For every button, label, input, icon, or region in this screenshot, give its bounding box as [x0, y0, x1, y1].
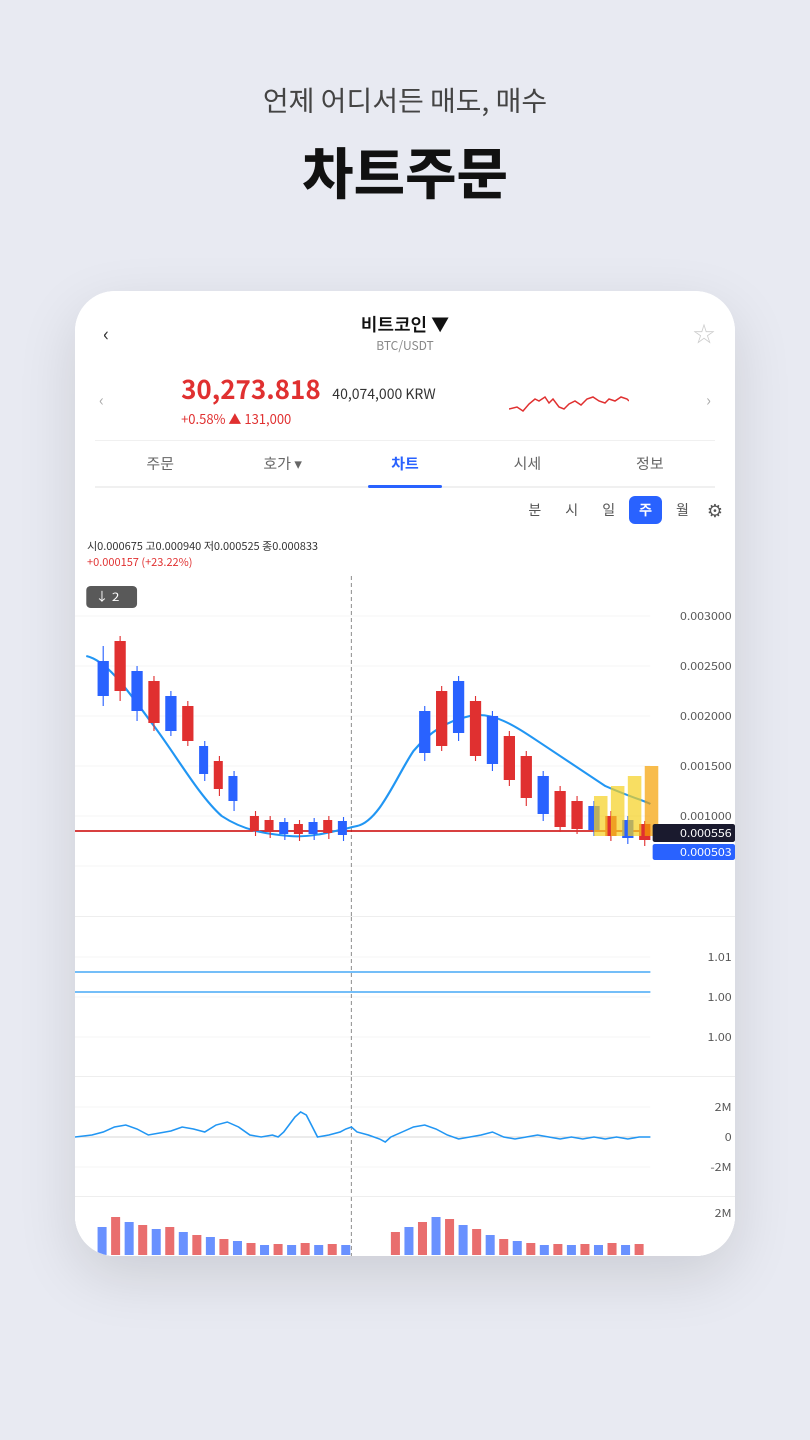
price-bar: ‹ 30,273.818 40,074,000 KRW +0.58% ▲ 131… [95, 362, 715, 441]
svg-text:0.000503: 0.000503 [680, 844, 732, 860]
time-btn-min[interactable]: 분 [518, 496, 551, 524]
svg-text:2M: 2M [715, 1099, 732, 1115]
time-btn-day[interactable]: 일 [592, 496, 625, 524]
main-chart: ↓ 2 0.000556 0.000503 0.003000 0.002500 … [75, 576, 735, 916]
price-info: 30,273.818 40,074,000 KRW +0.58% ▲ 131,0… [181, 370, 436, 428]
price-change: +0.58% ▲ 131,000 [181, 409, 436, 428]
price-main: 30,273.818 [181, 370, 321, 407]
back-button[interactable]: ‹ [95, 314, 117, 351]
svg-text:1.00: 1.00 [708, 1029, 732, 1045]
mini-sparkline [509, 379, 629, 419]
sub-chart-1: 1.01 1.00 1.00 [75, 916, 735, 1076]
price-krw: 40,074,000 KRW [332, 384, 435, 404]
time-btn-hour[interactable]: 시 [555, 496, 588, 524]
time-btn-month[interactable]: 월 [666, 496, 699, 524]
svg-text:2M: 2M [715, 1205, 732, 1221]
chart-info-bar: 시0.000675 고0.000940 저0.000525 종0.000833 … [75, 532, 735, 576]
tab-order[interactable]: 주문 [99, 441, 221, 486]
coin-pair: BTC/USDT [376, 337, 433, 354]
svg-text:0.002000: 0.002000 [680, 708, 732, 724]
tab-chart[interactable]: 차트 [344, 441, 466, 486]
tab-market[interactable]: 시세 [466, 441, 588, 486]
hero-title: 차트주문 [40, 130, 770, 211]
svg-text:0.001000: 0.001000 [680, 808, 732, 824]
svg-text:0.003000: 0.003000 [680, 608, 732, 624]
svg-text:-2M: -2M [710, 1159, 731, 1175]
price-row: 30,273.818 40,074,000 KRW [181, 370, 436, 407]
hero-subtitle: 언제 어디서든 매도, 매수 [40, 80, 770, 120]
svg-text:0: 0 [725, 1129, 732, 1145]
nav-bar: ‹ 비트코인 ▼ BTC/USDT ☆ [95, 311, 715, 354]
svg-text:0.001500: 0.001500 [680, 758, 732, 774]
chart-toolbar: 분 시 일 주 월 ⚙ [75, 488, 735, 532]
chart-section: 분 시 일 주 월 ⚙ 시0.000675 고0.000940 저0.00052… [75, 488, 735, 1256]
phone-mockup: ‹ 비트코인 ▼ BTC/USDT ☆ ‹ 30,273.818 40,074,… [75, 291, 735, 1256]
svg-text:0.000556: 0.000556 [680, 825, 732, 841]
bottom-chart: 2M [75, 1196, 735, 1256]
main-tabs: 주문 호가 ▾ 차트 시세 정보 [95, 441, 715, 488]
chart-change: +0.000157 (+23.22%) [87, 554, 723, 570]
tab-info[interactable]: 정보 [589, 441, 711, 486]
coin-title: 비트코인 ▼ BTC/USDT [361, 311, 449, 354]
svg-text:1.00: 1.00 [708, 989, 732, 1005]
svg-text:1.01: 1.01 [708, 949, 732, 965]
time-btn-week[interactable]: 주 [629, 496, 662, 524]
candlestick-svg: ↓ 2 0.000556 0.000503 0.003000 0.002500 … [75, 576, 735, 916]
chart-ohlc: 시0.000675 고0.000940 저0.000525 종0.000833 [87, 538, 723, 554]
svg-text:↓ 2: ↓ 2 [95, 587, 119, 605]
tab-orderbook[interactable]: 호가 ▾ [221, 441, 343, 486]
favorite-button[interactable]: ☆ [693, 317, 715, 349]
prev-button[interactable]: ‹ [95, 387, 108, 411]
hero-section: 언제 어디서든 매도, 매수 차트주문 [0, 0, 810, 251]
next-button[interactable]: › [702, 387, 715, 411]
sub-chart-2: 2M 0 -2M [75, 1076, 735, 1196]
app-header: ‹ 비트코인 ▼ BTC/USDT ☆ ‹ 30,273.818 40,074,… [75, 291, 735, 488]
settings-icon[interactable]: ⚙ [707, 497, 723, 523]
svg-text:0.002500: 0.002500 [680, 658, 732, 674]
coin-name[interactable]: 비트코인 ▼ [361, 311, 449, 337]
